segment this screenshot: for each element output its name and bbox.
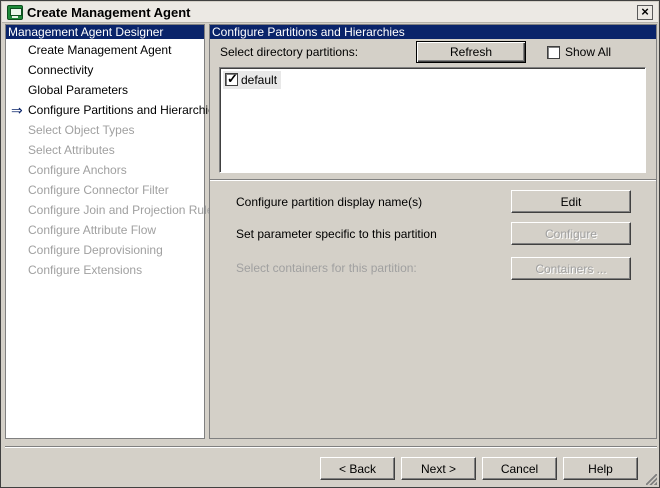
next-button[interactable]: Next > [401, 457, 476, 480]
select-partitions-label: Select directory partitions: [220, 45, 359, 59]
step-label: Select Object Types [28, 123, 135, 137]
show-all-label[interactable]: Show All [565, 45, 611, 59]
checkmark-icon: ✓ [227, 71, 238, 86]
step-select-attributes: Select Attributes [6, 140, 204, 160]
footer-divider [5, 446, 657, 448]
step-configure-attribute-flow: Configure Attribute Flow [6, 220, 204, 240]
step-global-parameters[interactable]: Global Parameters [6, 80, 204, 100]
step-configure-deprovisioning: Configure Deprovisioning [6, 240, 204, 260]
step-label: Configure Anchors [28, 163, 127, 177]
step-label: Configure Attribute Flow [28, 223, 157, 237]
designer-steps-list: Create Management Agent Connectivity Glo… [6, 40, 221, 280]
partitions-panel: Configure Partitions and Hierarchies Sel… [209, 24, 657, 439]
step-configure-anchors: Configure Anchors [6, 160, 204, 180]
resize-grip-icon[interactable] [646, 474, 657, 485]
designer-steps-panel: Management Agent Designer Create Managem… [5, 24, 221, 439]
configure-button[interactable]: Configure [511, 222, 631, 245]
edit-button[interactable]: Edit [511, 190, 631, 213]
title-bar: Create Management Agent × [2, 2, 658, 23]
step-select-object-types: Select Object Types [6, 120, 204, 140]
back-button[interactable]: < Back [320, 457, 395, 480]
step-configure-join-projection: Configure Join and Projection Rules [6, 200, 219, 220]
step-configure-connector-filter: Configure Connector Filter [6, 180, 204, 200]
management-agent-app-icon [7, 5, 23, 20]
partition-parameter-label: Set parameter specific to this partition [236, 227, 437, 241]
help-button[interactable]: Help [563, 457, 638, 480]
designer-steps-header: Management Agent Designer [6, 25, 204, 39]
step-label: Select Attributes [28, 143, 115, 157]
partition-item-default[interactable]: ✓ default [223, 71, 282, 89]
step-label: Create Management Agent [28, 43, 172, 57]
containers-button[interactable]: Containers ... [511, 257, 631, 280]
containers-label: Select containers for this partition: [236, 261, 417, 275]
step-connectivity[interactable]: Connectivity [6, 60, 204, 80]
step-label: Configure Extensions [28, 263, 143, 277]
step-create-management-agent[interactable]: Create Management Agent [6, 40, 204, 60]
create-management-agent-dialog: Create Management Agent × Management Age… [0, 0, 660, 488]
partition-name: default [241, 73, 278, 87]
partitions-listbox[interactable]: ✓ default [219, 67, 646, 173]
partitions-header: Configure Partitions and Hierarchies [210, 25, 656, 39]
show-all-checkbox[interactable] [547, 46, 560, 59]
step-label: Configure Partitions and Hierarchies [28, 103, 221, 117]
section-divider [210, 179, 656, 181]
display-name-label: Configure partition display name(s) [236, 195, 423, 209]
step-label: Configure Join and Projection Rules [28, 203, 220, 217]
close-button[interactable]: × [637, 5, 653, 20]
refresh-button[interactable]: Refresh [416, 41, 526, 63]
cancel-button[interactable]: Cancel [482, 457, 557, 480]
step-label: Global Parameters [28, 83, 129, 97]
partition-checkbox[interactable]: ✓ [225, 71, 238, 86]
step-label: Configure Deprovisioning [28, 243, 163, 257]
window-title: Create Management Agent [27, 5, 191, 20]
current-step-arrow-icon: ⇒ [11, 102, 23, 118]
step-configure-partitions[interactable]: ⇒ Configure Partitions and Hierarchies [6, 100, 221, 120]
step-label: Connectivity [28, 63, 94, 77]
step-label: Configure Connector Filter [28, 183, 169, 197]
step-configure-extensions: Configure Extensions [6, 260, 204, 280]
